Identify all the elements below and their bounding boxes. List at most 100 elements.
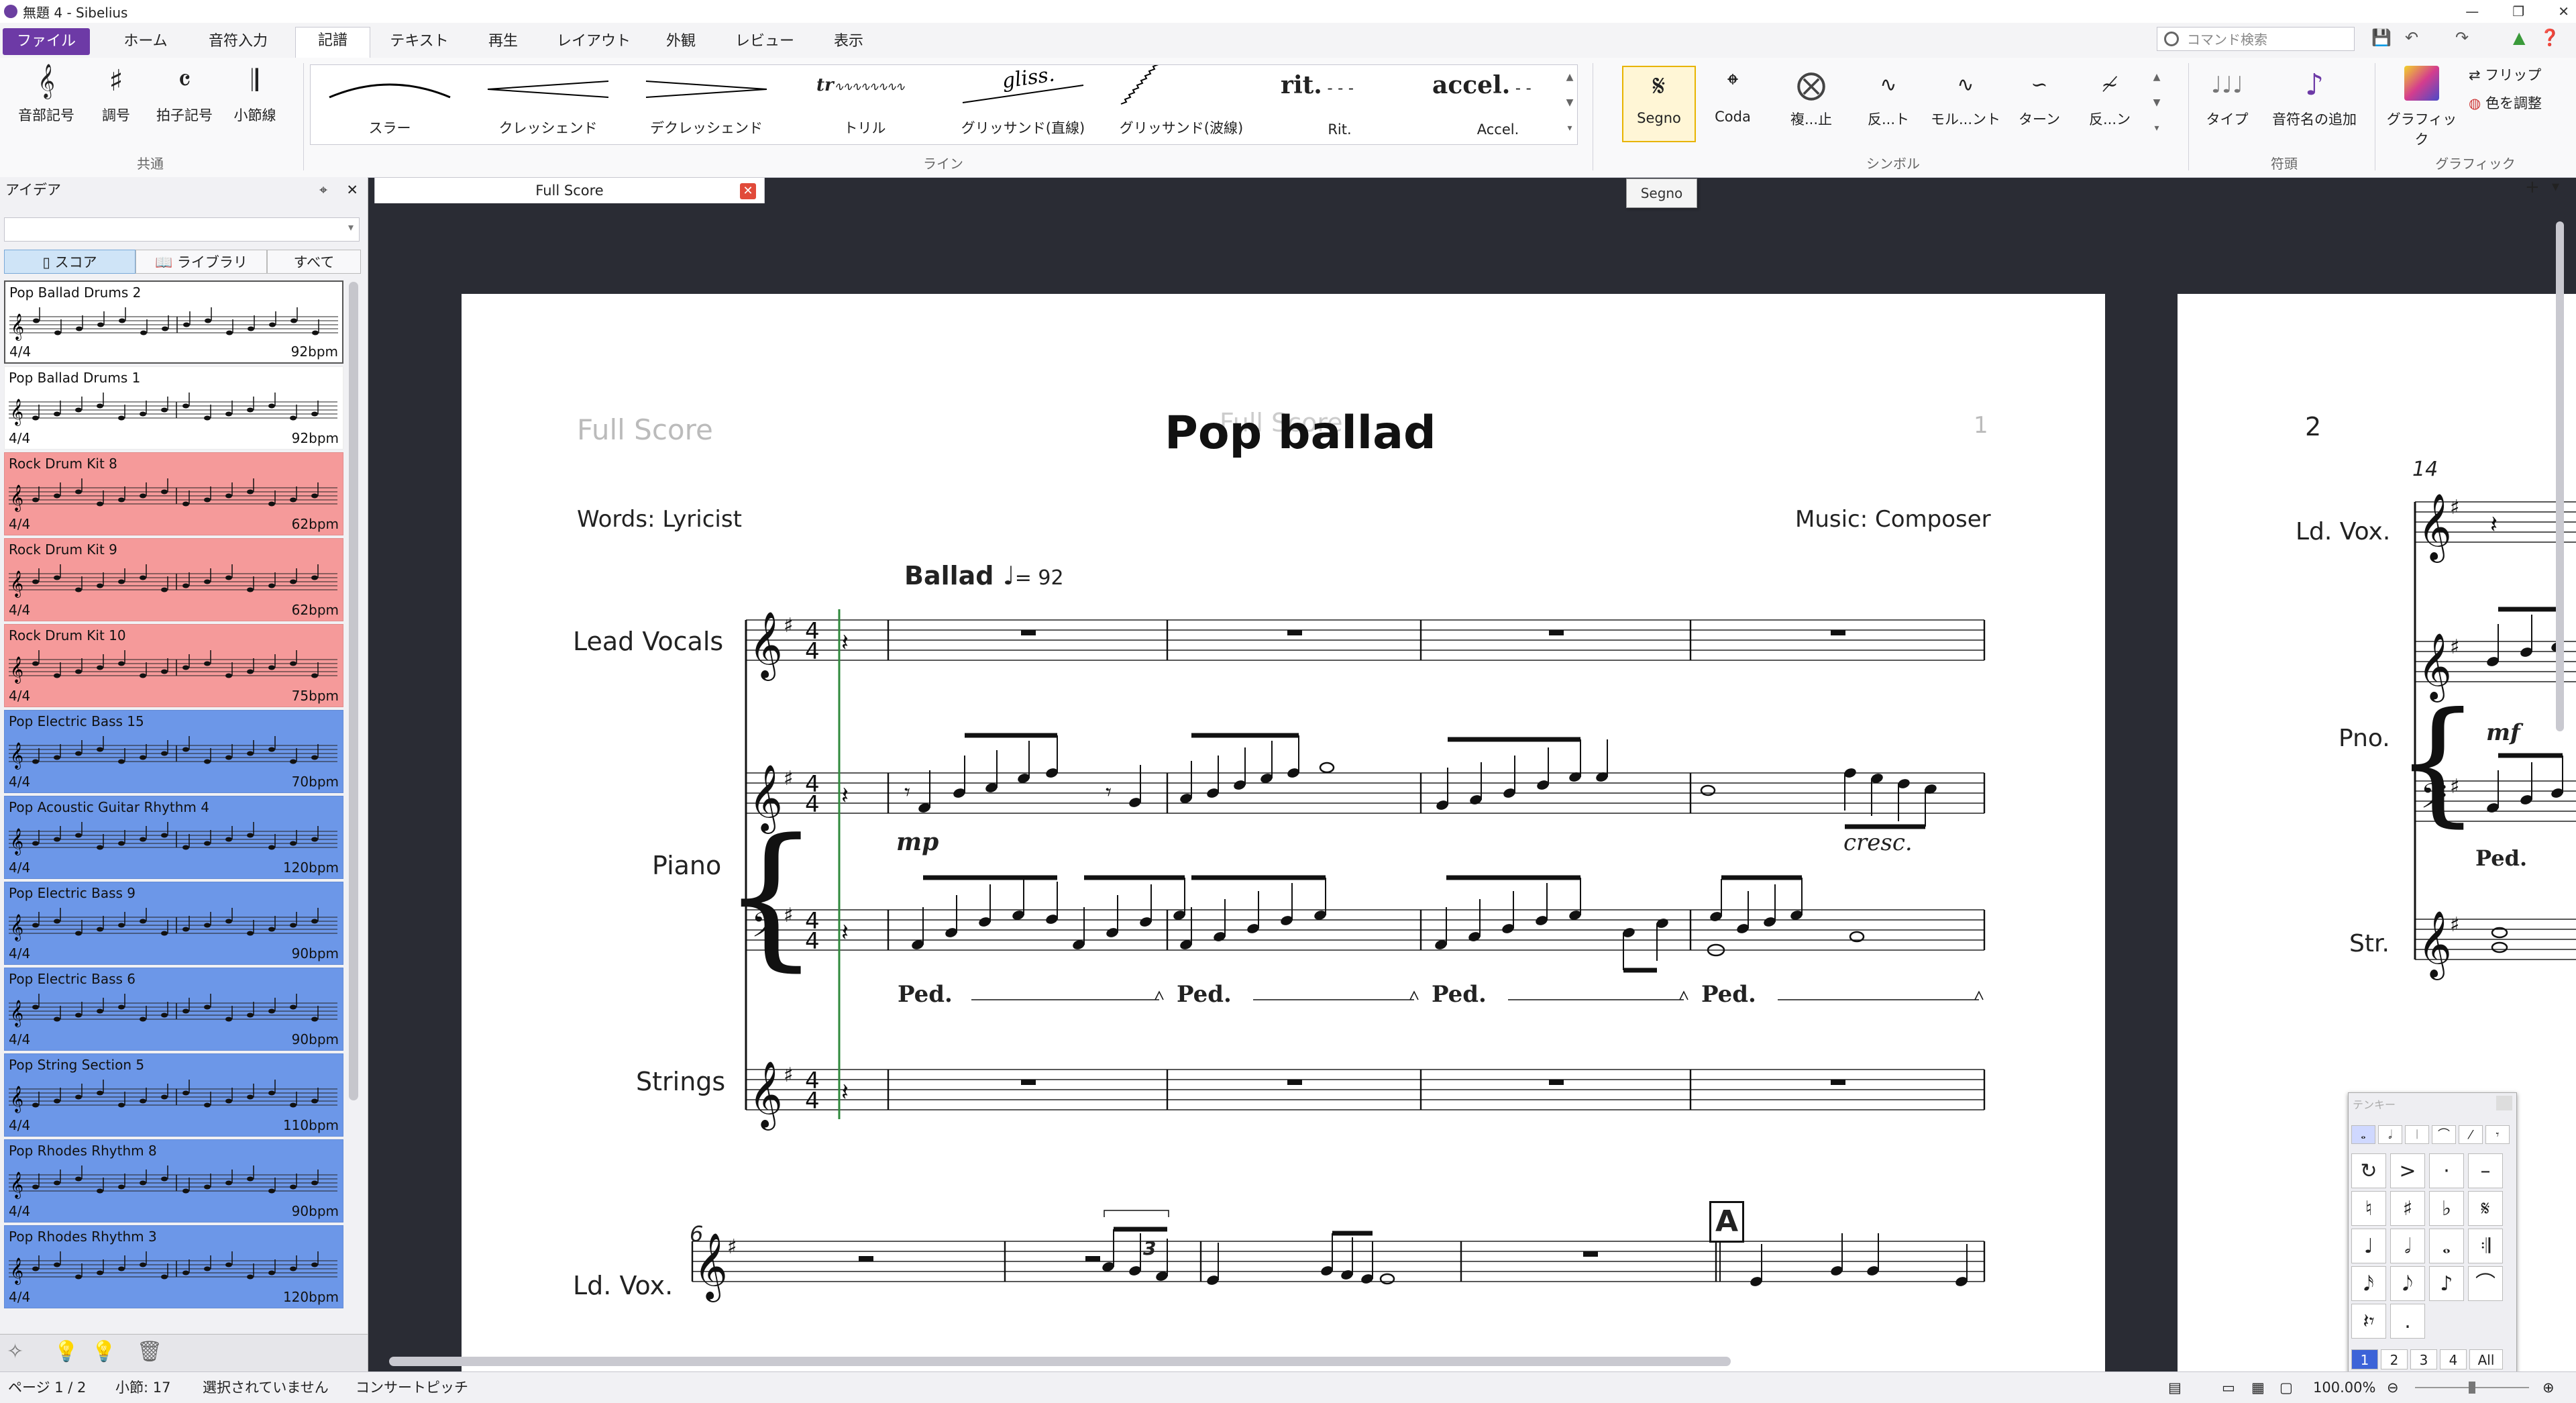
tab-note-input[interactable]: 音符入力	[195, 28, 282, 55]
gliss-wavy-item[interactable]: グリッサンド(波線)	[1102, 59, 1260, 144]
tab-file[interactable]: ファイル	[3, 28, 90, 55]
ideas-scrollbar[interactable]	[349, 282, 358, 1100]
keypad-button[interactable]: ♪	[2429, 1266, 2464, 1301]
inverted-turn-button[interactable]: ≁ 反...ン	[2073, 66, 2147, 129]
keypad-button[interactable]: ♭	[2429, 1191, 2464, 1226]
instrument-name-ld-vox[interactable]: Ld. Vox.	[573, 1271, 673, 1300]
idea-item[interactable]: 𝄞 Rock Drum Kit 10 4/4 75bpm	[4, 624, 343, 707]
keypad-voice-tab[interactable]: 3	[2410, 1349, 2437, 1369]
slur-item[interactable]: スラー	[311, 65, 469, 144]
idea-item[interactable]: 𝄞 Pop Electric Bass 9 4/4 90bpm	[4, 882, 343, 965]
tab-all-ideas[interactable]: すべて	[267, 250, 361, 274]
decrescendo-item[interactable]: デクレッシェンド	[627, 65, 786, 144]
save-icon[interactable]: 💾	[2371, 28, 2392, 47]
help-icon[interactable]: ❓	[2540, 28, 2560, 47]
keypad-layout-icon[interactable]: 𝄾	[2485, 1125, 2510, 1144]
redo-icon[interactable]: ↷	[2455, 28, 2469, 47]
chevron-down-icon[interactable]: ▾	[348, 221, 354, 233]
rehearsal-mark[interactable]: A	[1709, 1201, 1744, 1243]
idea-item[interactable]: 𝄞 Pop Acoustic Guitar Rhythm 4 4/4 120bpm	[4, 796, 343, 879]
accel-item[interactable]: accel. - - Accel.	[1419, 65, 1577, 144]
time-signature-button[interactable]: 𝄴 拍子記号	[148, 62, 221, 125]
tab-appearance[interactable]: 外観	[651, 28, 711, 55]
keypad-button[interactable]: –	[2468, 1153, 2503, 1188]
tab-text[interactable]: テキスト	[382, 28, 456, 55]
idea-item[interactable]: 𝄞 Pop Rhodes Rhythm 8 4/4 90bpm	[4, 1139, 343, 1223]
minimize-icon[interactable]: —	[2465, 3, 2479, 19]
ribbon-collapse-icon[interactable]: ▲	[2513, 28, 2525, 47]
notehead-type-button[interactable]: ♩♩♩ タイプ	[2200, 66, 2254, 129]
score-page-1[interactable]: {𝄞 𝄞 𝄢 𝄞 ♯ 4 4 𝄽 ♯ 4 4 𝄽 ♯ 4 4 𝄽 ♯ 4 4 𝄽 𝄾 𝄾 𝄞 ♯ Full Score Ful…	[462, 294, 2105, 1388]
new-idea-icon[interactable]: ✧	[7, 1340, 23, 1363]
keypad-voice-tab[interactable]: 2	[2381, 1349, 2408, 1369]
lines-gallery-scroll[interactable]: ▲ ▼ ▾	[1563, 64, 1576, 144]
keypad-close-icon[interactable]	[2496, 1096, 2512, 1110]
page-2-instrument-ld-vox[interactable]: Ld. Vox.	[2296, 518, 2390, 545]
view-continuous-icon[interactable]: ▭	[2222, 1372, 2235, 1403]
keypad-button[interactable]: 𝄇	[2468, 1229, 2503, 1263]
gliss-straight-item[interactable]: gliss. グリッサンド(直線)	[944, 62, 1102, 144]
flip-button[interactable]: ⇄ フリップ	[2469, 64, 2563, 85]
mordent-button[interactable]: ∿ モル...ント	[1925, 66, 2006, 129]
keypad-button[interactable]: .	[2390, 1304, 2425, 1339]
crescendo-item[interactable]: クレッシェンド	[469, 65, 627, 144]
tab-notations[interactable]: 記譜	[295, 27, 370, 58]
keypad-button[interactable]: 𝄋	[2468, 1191, 2503, 1226]
idea-item[interactable]: 𝄞 Pop Ballad Drums 2 4/4 92bpm	[4, 280, 343, 364]
trash-icon[interactable]: 🗑	[137, 1340, 162, 1363]
idea-item[interactable]: 𝄞 Pop Ballad Drums 1 4/4 92bpm	[4, 366, 343, 450]
panel-close-icon[interactable]: ✕	[346, 177, 358, 203]
undo-icon[interactable]: ↶	[2405, 28, 2418, 47]
keypad-voice-tab[interactable]: 1	[2351, 1349, 2378, 1369]
restore-icon[interactable]: ❐	[2512, 3, 2524, 19]
instrument-name-piano[interactable]: Piano	[652, 851, 721, 880]
pin-icon[interactable]: ⌖	[319, 177, 327, 203]
tab-score-ideas[interactable]: ▯ スコア	[4, 250, 136, 274]
pedal-mark-2[interactable]: Ped.	[1177, 981, 1232, 1008]
keypad-layout-icon[interactable]: ⌒	[2432, 1125, 2456, 1144]
keypad-voice-tab[interactable]: All	[2469, 1349, 2503, 1369]
idea-item[interactable]: 𝄞 Pop Electric Bass 15 4/4 70bpm	[4, 710, 343, 793]
close-window-icon[interactable]: ✕	[2558, 3, 2569, 19]
keypad-button[interactable]: 𝅘𝅥𝅮	[2390, 1266, 2425, 1301]
instrument-name-lead-vocals[interactable]: Lead Vocals	[573, 627, 723, 656]
zoom-in-icon[interactable]: ⊕	[2542, 1372, 2555, 1403]
lyricist-credit[interactable]: Words: Lyricist	[577, 506, 742, 533]
score-horizontal-scrollbar[interactable]	[389, 1357, 1731, 1366]
keypad-button[interactable]: ↻	[2351, 1153, 2386, 1188]
keypad-button[interactable]: ♩	[2351, 1229, 2386, 1263]
ideas-search-input[interactable]: ▾	[4, 217, 360, 242]
zoom-level[interactable]: 100.00%	[2313, 1372, 2375, 1403]
document-tab[interactable]: Full Score ✕	[374, 177, 765, 203]
zoom-slider-thumb[interactable]	[2469, 1382, 2475, 1394]
tab-review[interactable]: レビュー	[724, 28, 805, 55]
close-tab-icon[interactable]: ✕	[740, 183, 756, 199]
composer-credit[interactable]: Music: Composer	[1795, 506, 1991, 533]
paste-idea-icon[interactable]: 💡	[91, 1340, 116, 1363]
keypad-button[interactable]: 𝅘𝅥𝅯	[2351, 1266, 2386, 1301]
dynamic-mp[interactable]: mp	[896, 828, 938, 856]
segno-button[interactable]: 𝄋 Segno	[1622, 66, 1696, 142]
keypad-button[interactable]: ♮	[2351, 1191, 2386, 1226]
keypad-layout-icon[interactable]: 𝄀	[2405, 1125, 2429, 1144]
inverted-mordent-button[interactable]: ∿ 反...ト	[1851, 66, 1925, 129]
keypad-voice-tab[interactable]: 4	[2440, 1349, 2467, 1369]
keypad-layout-icon[interactable]: ⁄	[2459, 1125, 2483, 1144]
page-2-instrument-str[interactable]: Str.	[2349, 930, 2390, 957]
capture-idea-icon[interactable]: 💡	[54, 1340, 78, 1363]
keypad-layout-icon[interactable]: 𝅝	[2351, 1125, 2375, 1144]
score-vertical-scrollbar[interactable]	[2556, 221, 2564, 731]
keypad-button[interactable]: 𝅝	[2429, 1229, 2464, 1263]
pedal-mark-4[interactable]: Ped.	[1701, 981, 1756, 1008]
add-note-names-button[interactable]: ♪ 音符名の追加	[2261, 66, 2368, 129]
keypad-button[interactable]: 𝅗𝅥	[2390, 1229, 2425, 1263]
tab-library-ideas[interactable]: 📖 ライブラリ	[136, 250, 267, 274]
keypad-button[interactable]: >	[2390, 1153, 2425, 1188]
page-2-pedal[interactable]: Ped.	[2475, 845, 2527, 871]
idea-item[interactable]: 𝄞 Rock Drum Kit 9 4/4 62bpm	[4, 538, 343, 621]
rit-item[interactable]: rit. - - - Rit.	[1260, 65, 1419, 144]
clef-button[interactable]: 𝄞 音部記号	[9, 62, 83, 125]
barline-button[interactable]: 𝄂 小節線	[221, 62, 288, 125]
status-concert-pitch[interactable]: コンサートピッチ	[356, 1372, 468, 1403]
adjust-color-button[interactable]: ◍ 色を調整	[2469, 93, 2569, 113]
